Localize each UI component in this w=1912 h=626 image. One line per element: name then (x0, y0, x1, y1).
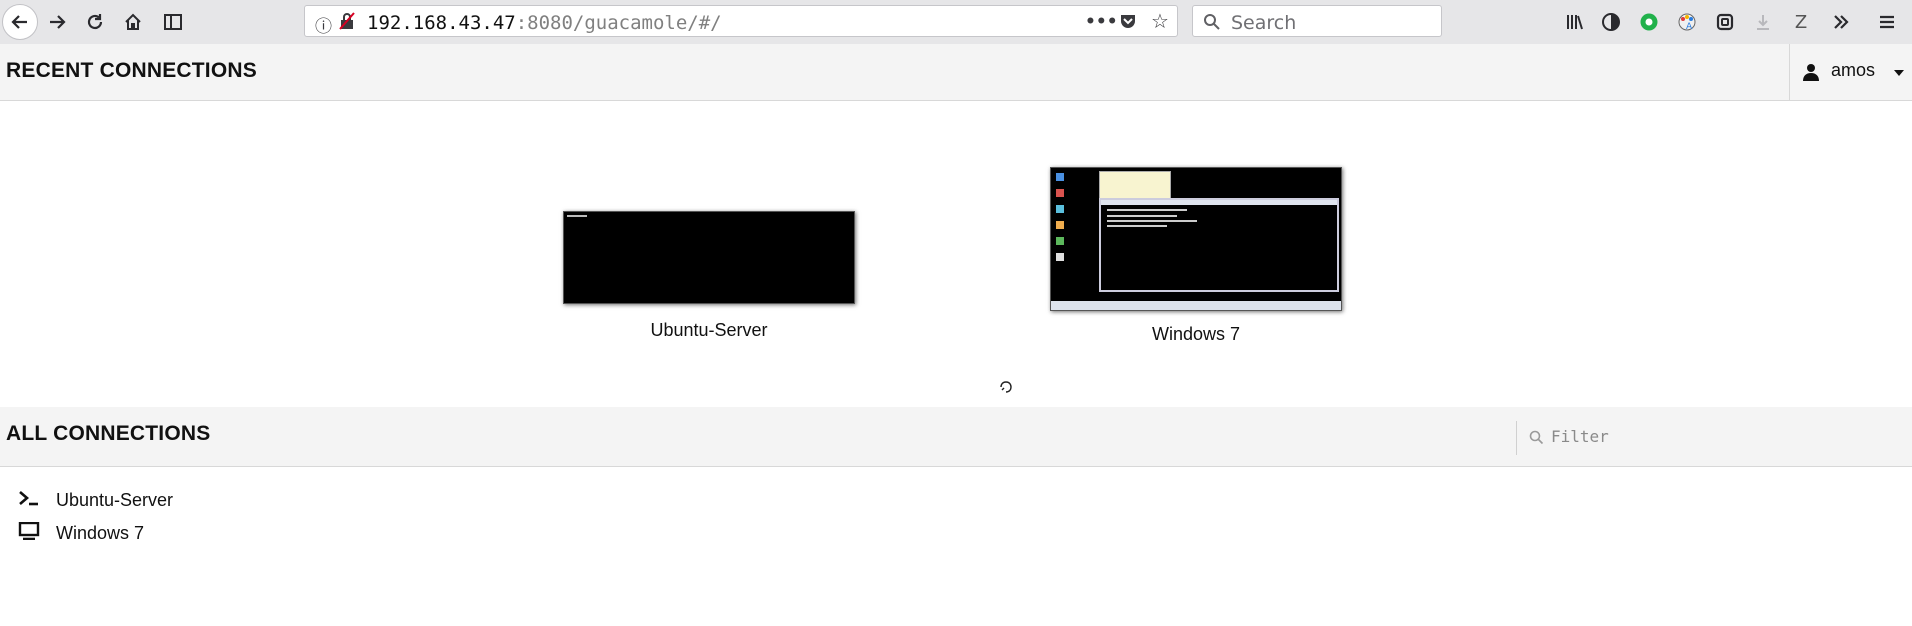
pocket-icon[interactable] (1119, 12, 1137, 35)
connection-item-ubuntu[interactable]: Ubuntu-Server (18, 487, 173, 513)
reload-button[interactable] (80, 8, 110, 36)
user-menu[interactable]: amos (1789, 44, 1912, 101)
connection-item-windows[interactable]: Windows 7 (18, 520, 144, 546)
recent-connection-ubuntu[interactable]: Ubuntu-Server (563, 211, 855, 341)
page-actions-icon[interactable]: ••• (1085, 12, 1118, 32)
insecure-lock-icon[interactable] (339, 12, 355, 35)
double-chevron-right-icon (1834, 15, 1849, 29)
privacy-extension-button[interactable] (1596, 8, 1626, 36)
url-bar[interactable]: ⓘ 192.168.43.47:8080/guacamole/#/ ••• ☆ (304, 5, 1178, 37)
caret-down-icon (1894, 70, 1904, 76)
info-icon[interactable]: ⓘ (315, 12, 332, 37)
recent-connection-windows[interactable]: Windows 7 (1050, 167, 1342, 345)
sidebar-button[interactable] (158, 8, 188, 36)
desktop-icon (18, 521, 56, 545)
forward-button[interactable] (42, 8, 72, 36)
shield-icon (1602, 13, 1620, 31)
library-icon (1567, 15, 1583, 30)
url-text[interactable]: 192.168.43.47:8080/guacamole/#/ (367, 12, 722, 34)
filter-input[interactable]: Filter (1516, 421, 1912, 455)
connection-name[interactable]: Windows 7 (56, 523, 144, 544)
desktop-icons (1054, 171, 1088, 297)
z-extension-button[interactable]: Z (1786, 8, 1816, 36)
sidebar-icon (164, 14, 182, 30)
recent-connection-label: Ubuntu-Server (650, 320, 768, 340)
ubuntu-thumbnail[interactable] (563, 211, 855, 304)
arrow-left-icon (11, 15, 27, 29)
download-icon (1757, 15, 1769, 30)
arrow-right-icon (50, 15, 66, 29)
search-icon (1529, 430, 1544, 445)
sync-icon (1716, 13, 1734, 31)
connection-name[interactable]: Ubuntu-Server (56, 490, 173, 511)
search-bar[interactable]: Search (1192, 5, 1442, 37)
search-placeholder: Search (1231, 12, 1297, 34)
green-circle-icon (1640, 13, 1658, 31)
home-button[interactable] (118, 8, 148, 36)
recent-connections-title: RECENT CONNECTIONS (6, 59, 257, 82)
all-connections-header: ALL CONNECTIONS Filter (0, 407, 1912, 467)
recent-connections-header: RECENT CONNECTIONS amos (0, 44, 1912, 101)
browser-toolbar: ⓘ 192.168.43.47:8080/guacamole/#/ ••• ☆ … (0, 0, 1912, 45)
all-connections-title: ALL CONNECTIONS (6, 422, 211, 445)
svg-text:A: A (1686, 22, 1693, 32)
palette-icon: A (1678, 13, 1696, 32)
windows-thumbnail[interactable] (1050, 167, 1342, 311)
back-button[interactable] (2, 4, 38, 40)
user-icon (1803, 64, 1819, 81)
hamburger-icon (1880, 15, 1894, 29)
user-name: amos (1831, 60, 1876, 80)
reload-icon (87, 14, 103, 30)
recent-connection-label: Windows 7 (1151, 324, 1241, 344)
cmd-window-thumb (1099, 198, 1339, 292)
green-extension-button[interactable] (1634, 8, 1664, 36)
translate-extension-button[interactable]: A (1672, 8, 1702, 36)
terminal-icon (18, 490, 56, 511)
filter-placeholder: Filter (1551, 427, 1609, 446)
taskbar-thumb (1051, 301, 1341, 310)
sync-extension-button[interactable] (1710, 8, 1740, 36)
download-extension-button[interactable] (1748, 8, 1778, 36)
bookmark-star-icon[interactable]: ☆ (1151, 9, 1169, 33)
hand-cursor-icon (1000, 381, 1012, 393)
home-icon (125, 13, 141, 30)
hamburger-menu-button[interactable] (1872, 8, 1902, 36)
search-icon (1204, 14, 1220, 30)
overflow-menu-button[interactable] (1826, 8, 1856, 36)
library-button[interactable] (1560, 8, 1590, 36)
